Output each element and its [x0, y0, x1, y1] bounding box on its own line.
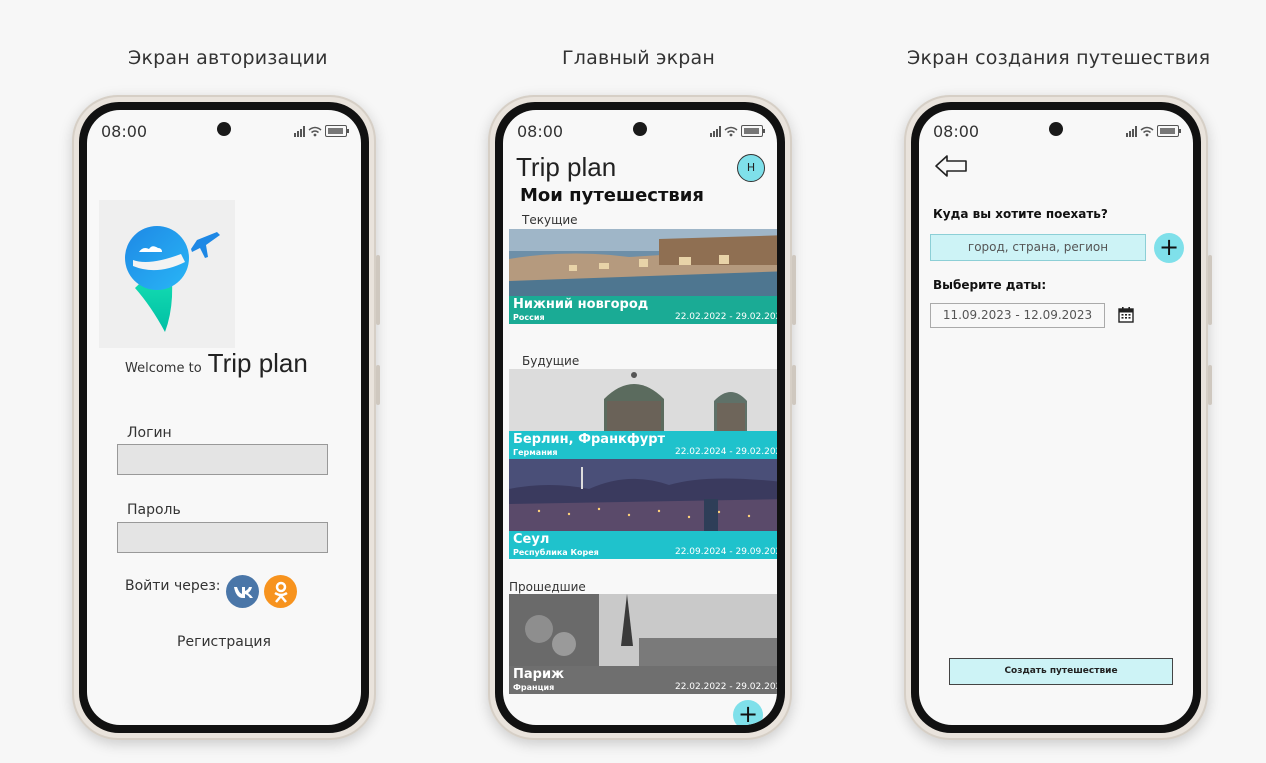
section-current: Текущие: [522, 213, 578, 227]
trip-dates: 22.09.2024 - 29.09.2024: [674, 547, 777, 557]
trip-info-bar: Нижний новгород Россия 22.02.2022 - 29.0…: [509, 296, 777, 324]
trip-card[interactable]: Берлин, Франкфурт Германия 22.02.2024 - …: [509, 369, 777, 459]
wifi-icon: [724, 126, 738, 136]
destination-input[interactable]: город, страна, регион: [930, 234, 1146, 261]
plus-icon: +: [737, 700, 759, 725]
trip-country: Германия: [513, 448, 558, 457]
trip-city: Сеул: [513, 532, 550, 547]
welcome-small: Welcome to: [125, 361, 202, 376]
battery-icon: [325, 125, 349, 137]
trip-city: Париж: [513, 667, 565, 682]
signal-icon: [1126, 125, 1137, 137]
battery-icon: [1157, 125, 1181, 137]
trip-city: Берлин, Франкфурт: [513, 432, 666, 447]
dates-input[interactable]: 11.09.2023 - 12.09.2023: [930, 303, 1105, 328]
section-future: Будущие: [522, 354, 580, 368]
avatar[interactable]: Н: [737, 154, 765, 182]
create-trip-button[interactable]: Создать путешествие: [949, 658, 1173, 685]
trip-info-bar: Париж Франция 22.02.2022 - 29.02.2022: [509, 666, 777, 694]
trip-country: Россия: [513, 313, 545, 322]
odnoklassniki-icon[interactable]: [264, 575, 297, 608]
login-label: Логин: [127, 425, 172, 441]
signal-icon: [710, 125, 721, 137]
trip-photo: [509, 459, 777, 531]
phone-create: 08:00 Куда вы хотите поехать? город, стр…: [904, 95, 1212, 740]
arrow-left-icon[interactable]: [934, 154, 968, 178]
trip-card[interactable]: Сеул Республика Корея 22.09.2024 - 29.09…: [509, 459, 777, 559]
trip-photo: [509, 594, 777, 666]
phone-auth: 08:00 Welcome to Trip plan Логин Пароль …: [72, 95, 380, 740]
trip-dates: 22.02.2022 - 29.02.2022: [674, 682, 777, 692]
caption-auth-screen: Экран авторизации: [128, 47, 328, 69]
dates-label: Выберите даты:: [933, 278, 1047, 292]
trip-photo: [509, 369, 777, 431]
phone-main: 08:00 Trip plan Н Мои путешествия Текущи…: [488, 95, 796, 740]
password-label: Пароль: [127, 502, 181, 518]
section-past: Прошедшие: [509, 580, 586, 594]
register-link[interactable]: Регистрация: [87, 634, 361, 650]
trip-dates: 22.02.2024 - 29.02.2024: [674, 447, 777, 457]
auth-screen: 08:00 Welcome to Trip plan Логин Пароль …: [87, 110, 361, 725]
status-bar: 08:00: [101, 122, 349, 142]
app-logo: [99, 200, 235, 348]
status-bar: 08:00: [933, 122, 1181, 142]
status-time: 08:00: [933, 122, 980, 141]
trip-country: Франция: [513, 683, 555, 692]
caption-create-screen: Экран создания путешествия: [907, 47, 1211, 69]
trip-card[interactable]: Париж Франция 22.02.2022 - 29.02.2022: [509, 594, 777, 694]
vk-icon[interactable]: [226, 575, 259, 608]
password-input[interactable]: [117, 522, 328, 553]
welcome-app-name: Trip plan: [207, 348, 308, 378]
wifi-icon: [308, 126, 322, 136]
trip-photo: [509, 229, 777, 296]
status-time: 08:00: [517, 122, 564, 141]
camera-icon: [633, 122, 647, 136]
trip-info-bar: Сеул Республика Корея 22.09.2024 - 29.09…: [509, 531, 777, 559]
caption-main-screen: Главный экран: [562, 47, 716, 69]
page-title: Мои путешествия: [520, 185, 704, 206]
plus-icon: +: [1158, 233, 1180, 261]
trip-dates: 22.02.2022 - 29.02.2022: [674, 312, 777, 322]
destination-label: Куда вы хотите поехать?: [933, 207, 1108, 221]
wifi-icon: [1140, 126, 1154, 136]
calendar-icon[interactable]: [1118, 306, 1134, 323]
status-bar: 08:00: [517, 122, 765, 142]
camera-icon: [1049, 122, 1063, 136]
add-destination-button[interactable]: +: [1154, 233, 1184, 263]
signal-icon: [294, 125, 305, 137]
login-input[interactable]: [117, 444, 328, 475]
create-screen: 08:00 Куда вы хотите поехать? город, стр…: [919, 110, 1193, 725]
battery-icon: [741, 125, 765, 137]
main-screen: 08:00 Trip plan Н Мои путешествия Текущи…: [503, 110, 777, 725]
app-title: Trip plan: [516, 152, 617, 182]
welcome-text: Welcome to Trip plan: [125, 348, 308, 379]
trip-info-bar: Берлин, Франкфурт Германия 22.02.2024 - …: [509, 431, 777, 459]
trip-city: Нижний новгород: [513, 297, 649, 312]
status-time: 08:00: [101, 122, 148, 141]
trip-country: Республика Корея: [513, 548, 599, 557]
login-via-label: Войти через:: [125, 578, 221, 594]
camera-icon: [217, 122, 231, 136]
add-trip-button[interactable]: +: [733, 700, 763, 725]
plane-pin-icon: [125, 226, 220, 332]
trip-card[interactable]: Нижний новгород Россия 22.02.2022 - 29.0…: [509, 229, 777, 324]
